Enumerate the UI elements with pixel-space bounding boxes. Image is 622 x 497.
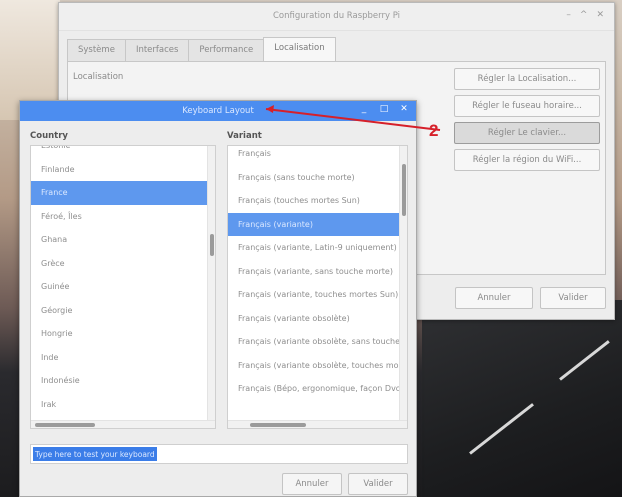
set-timezone-button[interactable]: Régler le fuseau horaire...	[454, 95, 600, 117]
keyboard-cancel-button[interactable]: Annuler	[282, 473, 342, 495]
list-item[interactable]: Français (variante, Latin-9 uniquement)	[228, 236, 407, 260]
list-item[interactable]: Guinée	[31, 275, 215, 299]
list-item[interactable]: Géorgie	[31, 299, 215, 323]
keyboard-dialog-titlebar[interactable]: Keyboard Layout _ □ ✕	[20, 101, 416, 121]
tab-localisation[interactable]: Localisation	[263, 37, 336, 61]
list-item[interactable]: France	[31, 181, 215, 205]
minimize-icon[interactable]: –	[566, 10, 571, 20]
list-item[interactable]: Français (variante)	[228, 212, 407, 236]
list-item[interactable]: Français (variante, sans touche morte)	[228, 260, 407, 284]
variant-list[interactable]: Français Français (sans touche morte) Fr…	[227, 145, 408, 429]
variant-column-header: Variant	[227, 131, 262, 141]
list-item[interactable]: Irak	[31, 393, 215, 417]
list-item[interactable]: Estonie	[31, 146, 215, 158]
set-keyboard-button[interactable]: Régler Le clavier...	[454, 122, 600, 144]
list-item[interactable]: Français (variante obsolète, touches mor…	[228, 354, 407, 378]
list-item[interactable]: Français (sans touche morte)	[228, 166, 407, 190]
scroll-thumb[interactable]	[402, 164, 406, 216]
wallpaper-road	[422, 300, 622, 497]
config-titlebar[interactable]: Configuration du Raspberry Pi – ^ ✕	[59, 3, 614, 31]
annotation-step-number: 2	[429, 121, 439, 140]
list-item[interactable]: Indonésie	[31, 369, 215, 393]
list-item[interactable]: Français	[228, 146, 407, 166]
tab-system[interactable]: Système	[67, 39, 126, 61]
keyboard-test-text: Type here to test your keyboard	[33, 447, 157, 461]
config-tabs: Système Interfaces Performance Localisat…	[67, 37, 336, 61]
config-cancel-button[interactable]: Annuler	[455, 287, 533, 309]
close-icon[interactable]: ✕	[596, 10, 604, 20]
list-item[interactable]: Grèce	[31, 252, 215, 276]
keyboard-validate-button[interactable]: Valider	[348, 473, 408, 495]
keyboard-dialog-controls: _ □ ✕	[358, 104, 410, 114]
set-wifi-country-button[interactable]: Régler la région du WiFi...	[454, 149, 600, 171]
scroll-thumb[interactable]	[35, 423, 95, 427]
close-icon[interactable]: ✕	[398, 104, 410, 114]
list-item[interactable]: Français (touches mortes Sun)	[228, 189, 407, 213]
tab-interfaces[interactable]: Interfaces	[124, 39, 190, 61]
country-horizontal-scrollbar[interactable]	[31, 420, 215, 428]
list-item[interactable]: Finlande	[31, 158, 215, 182]
variant-vertical-scrollbar[interactable]	[399, 146, 407, 428]
keyboard-test-input[interactable]: Type here to test your keyboard	[30, 444, 408, 464]
maximize-icon[interactable]: ^	[580, 10, 588, 20]
config-validate-button[interactable]: Valider	[540, 287, 606, 309]
config-window-controls: – ^ ✕	[566, 10, 604, 20]
maximize-icon[interactable]: □	[378, 104, 390, 114]
country-vertical-scrollbar[interactable]	[207, 146, 215, 428]
list-item[interactable]: Français (Bépo, ergonomique, façon Dvora…	[228, 377, 407, 401]
scroll-thumb[interactable]	[250, 423, 306, 427]
country-column-header: Country	[30, 131, 68, 141]
list-item[interactable]: Ghana	[31, 228, 215, 252]
list-item[interactable]: Français (variante, touches mortes Sun)	[228, 283, 407, 307]
panel-section-label: Localisation	[73, 72, 124, 82]
set-locale-button[interactable]: Régler la Localisation...	[454, 68, 600, 90]
list-item[interactable]: Français (variante obsolète, sans touche…	[228, 330, 407, 354]
keyboard-layout-dialog: Keyboard Layout _ □ ✕ Country Variant Es…	[19, 100, 417, 497]
variant-horizontal-scrollbar[interactable]	[228, 420, 407, 428]
country-list[interactable]: Estonie Finlande France Féroé, Îles Ghan…	[30, 145, 216, 429]
list-item[interactable]: Français (variante obsolète)	[228, 307, 407, 331]
minimize-icon[interactable]: _	[358, 104, 370, 114]
tab-performance[interactable]: Performance	[188, 39, 265, 61]
list-item[interactable]: Féroé, Îles	[31, 205, 215, 229]
list-item[interactable]: Hongrie	[31, 322, 215, 346]
list-item[interactable]: Inde	[31, 346, 215, 370]
scroll-thumb[interactable]	[210, 234, 214, 256]
config-window-title: Configuration du Raspberry Pi	[272, 11, 401, 21]
keyboard-dialog-title: Keyboard Layout	[182, 106, 254, 116]
